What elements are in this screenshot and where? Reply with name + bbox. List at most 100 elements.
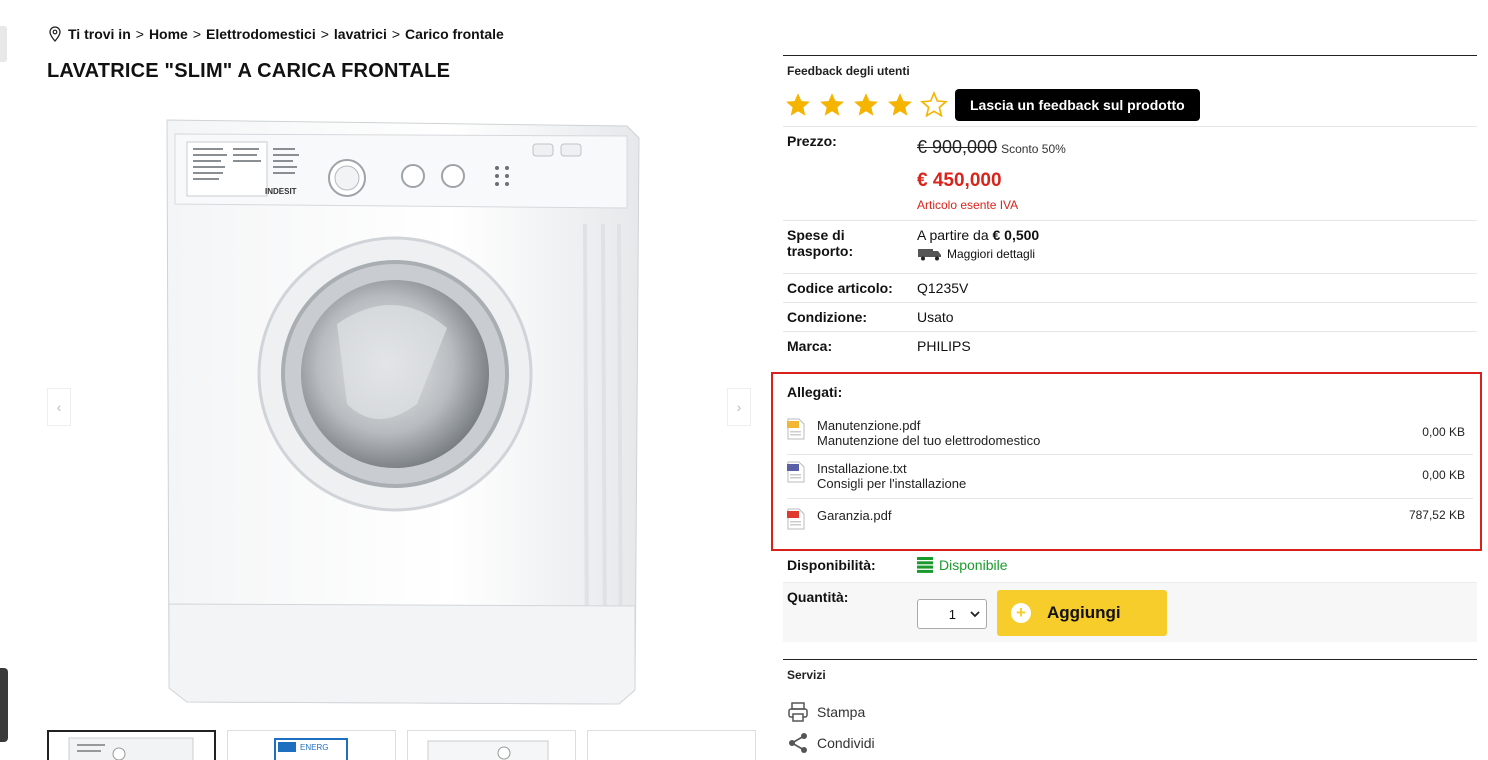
price-row: Prezzo: € 900,000 Sconto 50% € 450,000 Ar…: [783, 126, 1477, 220]
thumbnail-washer-panel-image: [68, 737, 194, 760]
txt-file-icon: [787, 461, 805, 483]
availability-label: Disponibilità:: [787, 557, 876, 573]
feedback-heading: Feedback degli utenti: [787, 64, 910, 78]
breadcrumb-carico-frontale[interactable]: Carico frontale: [405, 26, 504, 42]
attachments-label: Allegati:: [787, 384, 843, 400]
star-icon[interactable]: [851, 91, 881, 119]
washing-machine-image: INDESIT: [166, 119, 640, 705]
zip-file-icon: [787, 418, 805, 440]
thumbnail-1[interactable]: [47, 730, 216, 760]
breadcrumb-prefix: Ti trovi in: [68, 26, 131, 42]
new-price: € 450,000: [917, 170, 1002, 191]
thumbnail-washer-front-image: [427, 740, 549, 760]
shipping-from-text: A partire da: [917, 227, 989, 243]
attachments-section: Allegati: Manutenzione.pdf Manutenzione d…: [771, 372, 1482, 551]
breadcrumb-home[interactable]: Home: [149, 26, 188, 42]
quantity-select[interactable]: 1: [917, 599, 987, 629]
gallery-thumbnails: ENERG: [47, 730, 756, 760]
thumbnail-3[interactable]: [407, 730, 576, 760]
star-icon[interactable]: [783, 91, 813, 119]
attachment-size: 787,52 KB: [1408, 508, 1465, 522]
share-link[interactable]: Condividi: [783, 727, 1477, 758]
printer-icon: [788, 701, 808, 722]
print-link[interactable]: Stampa: [783, 696, 1477, 727]
services-heading: Servizi: [787, 668, 826, 682]
availability-value: Disponibile: [939, 557, 1008, 573]
spec-value: Usato: [917, 309, 954, 325]
old-price: € 900,000: [917, 137, 998, 157]
breadcrumb: Ti trovi in > Home > Elettrodomestici > …: [48, 26, 504, 42]
add-to-cart-label: Aggiungi: [1047, 603, 1121, 622]
add-to-cart-button[interactable]: + Aggiungi: [997, 590, 1167, 636]
breadcrumb-lavatrici[interactable]: lavatrici: [334, 26, 387, 42]
attachment-item[interactable]: Installazione.txt Consigli per l'installa…: [787, 461, 1473, 491]
product-gallery: INDESIT ‹ ›: [47, 100, 753, 720]
shipping-row: Spese di trasporto: A partire da € 0,500 …: [783, 220, 1477, 273]
spec-label: Condizione:: [787, 309, 868, 325]
left-edge-tab[interactable]: [0, 26, 7, 62]
breadcrumb-separator: >: [391, 26, 401, 42]
attachment-name: Garanzia.pdf: [817, 508, 892, 523]
breadcrumb-separator: >: [320, 26, 329, 42]
spec-row-condition: Condizione: Usato: [783, 302, 1477, 331]
attachment-size: 0,00 KB: [1422, 468, 1465, 482]
gallery-next-arrow[interactable]: ›: [727, 388, 751, 426]
services-section: Servizi Stampa Condividi: [783, 659, 1477, 758]
spec-value: PHILIPS: [917, 338, 971, 354]
location-pin-icon: [49, 26, 61, 42]
page-title: LAVATRICE "SLIM" A CARICA FRONTALE: [47, 60, 451, 82]
truck-icon: [918, 249, 941, 261]
gallery-prev-arrow[interactable]: ‹: [47, 388, 71, 426]
attachment-name: Installazione.txt: [817, 461, 907, 476]
stock-bars-icon: [917, 557, 933, 573]
shipping-amount: € 0,500: [992, 227, 1040, 243]
quantity-row: Quantità: 1 + Aggiungi: [783, 582, 1477, 642]
attachment-item[interactable]: Garanzia.pdf 787,52 KB: [787, 508, 1473, 530]
share-label: Condividi: [817, 734, 875, 751]
spec-label: Codice articolo:: [787, 280, 893, 296]
thumbnail-4[interactable]: [587, 730, 756, 760]
divider: [787, 498, 1473, 499]
breadcrumb-separator: >: [135, 26, 144, 42]
shipping-details-link[interactable]: Maggiori dettagli: [917, 247, 1473, 261]
brand-logo-text: INDESIT: [265, 187, 297, 196]
attachment-description: Manutenzione del tuo elettrodomestico: [817, 433, 1041, 448]
discount-badge: Sconto 50%: [1001, 142, 1066, 156]
share-icon: [789, 732, 807, 753]
chevron-down-icon: [970, 611, 980, 618]
spec-row-brand: Marca: PHILIPS: [783, 331, 1477, 355]
product-info-panel: Feedback degli utenti Lascia un feedback…: [783, 55, 1477, 355]
left-edge-scroll-handle[interactable]: [0, 668, 8, 742]
attachment-item[interactable]: Manutenzione.pdf Manutenzione del tuo ele…: [787, 418, 1473, 448]
star-icon[interactable]: [885, 91, 915, 119]
shipping-label-line2: trasporto:: [787, 243, 854, 259]
thumbnail-2[interactable]: ENERG: [227, 730, 396, 760]
spec-label: Marca:: [787, 338, 833, 354]
pdf-file-icon: [787, 508, 805, 530]
breadcrumb-separator: >: [192, 26, 202, 42]
star-icon[interactable]: [919, 91, 949, 119]
shipping-details-label: Maggiori dettagli: [947, 247, 1036, 261]
divider: [787, 454, 1473, 455]
breadcrumb-elettrodomestici[interactable]: Elettrodomestici: [206, 26, 316, 42]
availability-row: Disponibilità: Disponibile: [783, 553, 1477, 577]
quantity-label: Quantità:: [787, 589, 849, 605]
print-label: Stampa: [817, 703, 866, 720]
attachment-size: 0,00 KB: [1422, 425, 1465, 439]
thumbnail-energy-label-image: ENERG: [274, 738, 348, 760]
leave-feedback-button[interactable]: Lascia un feedback sul prodotto: [955, 89, 1200, 121]
attachment-name: Manutenzione.pdf: [817, 418, 921, 433]
shipping-label-line1: Spese di: [787, 227, 845, 243]
vat-note: Articolo esente IVA: [917, 198, 1019, 212]
price-label: Prezzo:: [787, 133, 837, 149]
rating-row: Lascia un feedback sul prodotto: [783, 78, 1477, 122]
shipping-label: Spese di trasporto:: [787, 227, 917, 267]
spec-value: Q1235V: [917, 280, 969, 296]
star-rating[interactable]: [783, 91, 949, 119]
plus-icon: +: [1011, 603, 1031, 623]
spec-row-code: Codice articolo: Q1235V: [783, 273, 1477, 302]
attachment-description: Consigli per l'installazione: [817, 476, 967, 491]
svg-text:ENERG: ENERG: [300, 743, 328, 752]
quantity-value: 1: [948, 606, 956, 622]
star-icon[interactable]: [817, 91, 847, 119]
